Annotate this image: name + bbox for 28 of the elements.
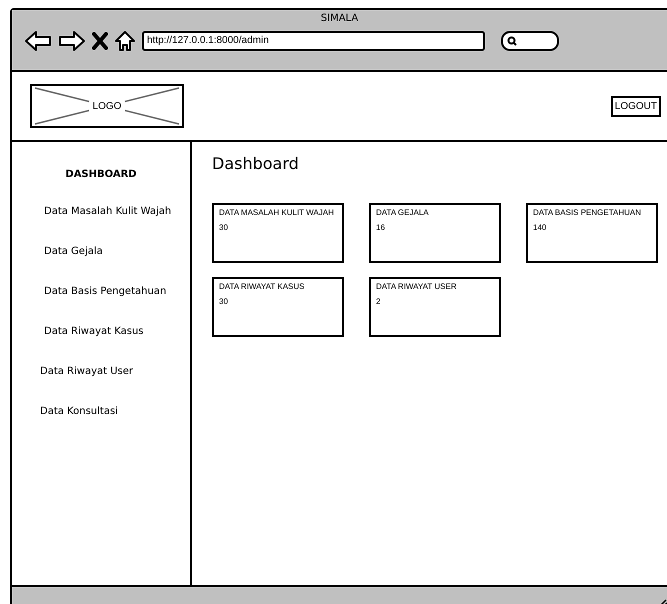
address-field[interactable]: http://127.0.0.1:8000/admin [142, 31, 485, 51]
sidebar-item[interactable]: Data Masalah Kulit Wajah [12, 206, 190, 246]
logout-button[interactable]: LOGOUT [610, 96, 661, 116]
card-title: DATA GEJALA [376, 208, 430, 217]
logo-label: LOGO [88, 98, 126, 114]
card-title: DATA BASIS PENGETAHUAN [533, 208, 642, 217]
sidebar-item[interactable]: Data Basis Pengetahuan [12, 286, 190, 326]
sidebar-item[interactable]: Data Riwayat Kasus [12, 326, 190, 366]
sidebar-item[interactable]: Data Gejala [12, 246, 190, 286]
sidebar-item[interactable]: Data Konsultasi [12, 406, 190, 446]
sidebar-title[interactable]: DASHBOARD [12, 169, 190, 180]
close-icon[interactable] [92, 32, 108, 50]
card-title: DATA MASALAH KULIT WAJAH [219, 208, 335, 217]
forward-icon[interactable] [58, 30, 86, 52]
home-icon[interactable] [114, 30, 136, 52]
card-title: DATA RIWAYAT KASUS [219, 282, 306, 291]
card-value: 2 [376, 297, 382, 306]
card-value: 16 [376, 223, 386, 232]
search-icon [507, 36, 517, 46]
card-value: 30 [219, 297, 229, 306]
card-title: DATA RIWAYAT USER [376, 282, 458, 291]
card-value: 140 [533, 223, 548, 232]
window-title: SIMALA [320, 12, 360, 24]
back-icon[interactable] [24, 30, 52, 52]
card-value: 30 [219, 223, 229, 232]
page-heading: Dashboard [212, 154, 300, 173]
sidebar-item[interactable]: Data Riwayat User [12, 366, 190, 406]
search-field[interactable] [501, 31, 559, 51]
